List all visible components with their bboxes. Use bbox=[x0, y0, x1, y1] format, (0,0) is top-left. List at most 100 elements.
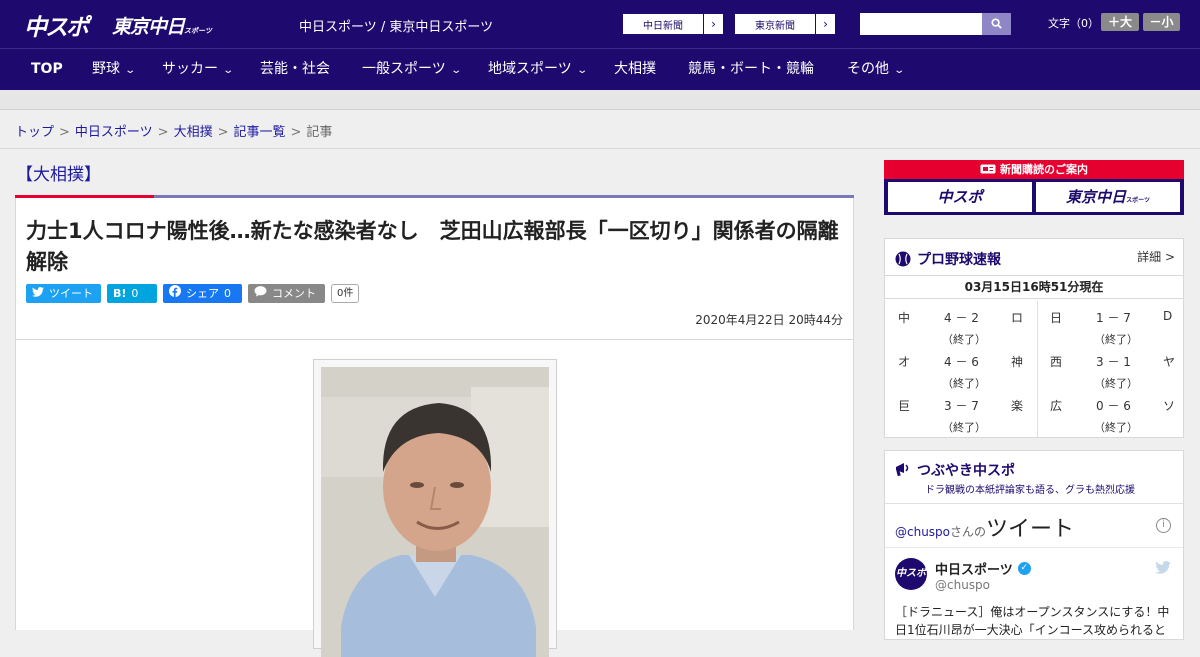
site-header: 中スポ 東京中日スポーツ 中日スポーツ / 東京中日スポーツ 中日新聞 › 東京… bbox=[0, 0, 1200, 48]
divider bbox=[16, 339, 853, 340]
tweet-label: ツイート bbox=[49, 287, 93, 300]
breadcrumb-separator: > bbox=[59, 125, 70, 140]
tokyo-logo-sub: スポーツ bbox=[184, 27, 212, 35]
hatena-count: 0 bbox=[131, 287, 139, 300]
game-team-away: 楽 bbox=[1011, 399, 1024, 413]
game-team-away: ソ bbox=[1163, 399, 1176, 413]
subscription-promo[interactable]: 新聞購読のご案内 中スポ 東京中日スポーツ bbox=[884, 160, 1184, 215]
subscription-promo-title: 新聞購読のご案内 bbox=[884, 160, 1184, 179]
nav-item-label: TOP bbox=[31, 61, 63, 77]
divider bbox=[885, 503, 1183, 504]
nav-item-label: その他 bbox=[847, 61, 889, 77]
breadcrumb-chunichi-sports[interactable]: 中日スポーツ bbox=[75, 125, 153, 140]
baseball-detail-link[interactable]: 詳細 > bbox=[1137, 248, 1175, 265]
game-status: （終了） bbox=[942, 421, 986, 434]
game-team-home: 中 bbox=[898, 311, 911, 325]
nav-item-label: 芸能・社会 bbox=[260, 61, 330, 77]
promo-tokyo-text: 東京中日 bbox=[1066, 188, 1127, 206]
baseball-scores-widget: プロ野球速報 詳細 > 03月15日16時51分現在 中 4 － 2 ロ （終了… bbox=[884, 238, 1184, 438]
article-photo-frame bbox=[313, 359, 557, 657]
nav-item-racing[interactable]: 競馬・ボート・競輪 bbox=[688, 49, 814, 90]
facebook-share-button[interactable]: シェア 0 bbox=[163, 284, 242, 303]
chevron-down-icon: ⌄ bbox=[124, 65, 137, 76]
account-name-label: 中日スポーツ bbox=[935, 563, 1013, 578]
man-portrait-image bbox=[321, 367, 549, 657]
hatena-bookmark-button[interactable]: B! 0 bbox=[107, 284, 157, 303]
game-score: 4 － 2 bbox=[944, 311, 979, 325]
chevron-down-icon: ⌄ bbox=[222, 65, 235, 76]
breadcrumb-separator: > bbox=[290, 125, 302, 140]
comment-button[interactable]: コメント bbox=[248, 284, 325, 303]
divider bbox=[0, 148, 1200, 149]
chevron-down-icon: ⌄ bbox=[893, 65, 906, 76]
game-row[interactable]: 巨 3 － 7 楽 （終了） bbox=[885, 389, 1034, 434]
font-size-label: 文字（0） bbox=[1048, 17, 1099, 30]
article-photo[interactable] bbox=[321, 367, 549, 657]
game-team-home: 広 bbox=[1050, 399, 1063, 413]
nav-item-label: 競馬・ボート・競輪 bbox=[688, 61, 814, 77]
game-row[interactable]: 中 4 － 2 ロ （終了） bbox=[885, 301, 1034, 346]
breadcrumb-top[interactable]: トップ bbox=[15, 125, 54, 140]
game-team-home: 日 bbox=[1050, 311, 1063, 325]
promo-tokyo-chunichi-card[interactable]: 東京中日スポーツ bbox=[1036, 182, 1180, 212]
game-score: 0 － 6 bbox=[1096, 399, 1131, 413]
twitter-bird-icon[interactable] bbox=[1155, 561, 1171, 578]
nav-item-baseball[interactable]: 野球 ⌄ bbox=[92, 49, 137, 90]
breadcrumb-sumo[interactable]: 大相撲 bbox=[174, 125, 213, 140]
promo-chuspo-card[interactable]: 中スポ bbox=[888, 182, 1032, 212]
article-headline: 力士1人コロナ陽性後…新たな感染者なし 芝田山広報部長「一区切り」関係者の隔離解… bbox=[26, 219, 839, 274]
font-larger-button[interactable]: ＋大 bbox=[1101, 13, 1139, 31]
twitter-handle-link[interactable]: @chuspo bbox=[895, 525, 950, 539]
chevron-down-icon: ⌄ bbox=[450, 65, 462, 76]
article-category[interactable]: 【大相撲】 bbox=[16, 160, 101, 185]
tokyo-logo-text: 東京中日 bbox=[112, 16, 185, 38]
promo-tokyo-sub: スポーツ bbox=[1126, 197, 1150, 204]
tweet-account-handle[interactable]: @chuspo bbox=[935, 578, 990, 592]
search-input[interactable] bbox=[860, 13, 982, 35]
facebook-label: シェア bbox=[186, 287, 219, 300]
nav-item-general-sports[interactable]: 一般スポーツ ⌄ bbox=[362, 49, 462, 90]
breadcrumb-separator: > bbox=[217, 125, 229, 140]
breadcrumb: トップ > 中日スポーツ > 大相撲 > 記事一覧 > 記事 bbox=[15, 121, 332, 140]
hatena-icon: B! bbox=[113, 287, 127, 300]
ad-band bbox=[0, 90, 1200, 110]
tokyo-chunichi-logo[interactable]: 東京中日スポーツ bbox=[112, 12, 212, 39]
nav-item-sumo[interactable]: 大相撲 bbox=[614, 49, 656, 90]
nav-item-soccer[interactable]: サッカー ⌄ bbox=[162, 49, 235, 90]
site-title[interactable]: 中日スポーツ / 東京中日スポーツ bbox=[299, 16, 493, 35]
divider bbox=[885, 547, 1183, 548]
baseball-scores-title: プロ野球速報 bbox=[895, 249, 1001, 269]
info-icon[interactable]: i bbox=[1156, 518, 1171, 533]
tweet-account-name[interactable]: 中日スポーツ ✓ bbox=[935, 559, 1031, 578]
nav-item-local-sports[interactable]: 地域スポーツ ⌄ bbox=[488, 49, 588, 90]
game-team-home: 巨 bbox=[898, 399, 911, 413]
nav-item-other[interactable]: その他 ⌄ bbox=[847, 49, 906, 90]
facebook-count: 0 bbox=[224, 287, 231, 300]
speech-bubble-icon bbox=[254, 284, 267, 303]
tweet-text[interactable]: ［ドラニュース］俺はオープンスタンスにする！中日1位石川昂が一大決心「インコース… bbox=[895, 603, 1177, 639]
game-row[interactable]: 日 1 － 7 D （終了） bbox=[1037, 301, 1186, 346]
megaphone-icon bbox=[896, 463, 909, 477]
chunichi-shimbun-link[interactable]: 中日新聞 › bbox=[622, 13, 724, 35]
main-nav: TOP 野球 ⌄ サッカー ⌄ 芸能・社会 一般スポーツ ⌄ 地域スポーツ ⌄ 大相撲 … bbox=[0, 48, 1200, 90]
game-score: 4 － 6 bbox=[944, 355, 979, 369]
font-smaller-button[interactable]: －小 bbox=[1143, 13, 1180, 31]
nav-item-top[interactable]: TOP bbox=[31, 49, 63, 90]
game-row[interactable]: オ 4 － 6 神 （終了） bbox=[885, 345, 1034, 390]
game-score: 3 － 7 bbox=[944, 399, 979, 413]
search-button[interactable] bbox=[982, 13, 1011, 35]
comment-count-badge[interactable]: 0件 bbox=[331, 284, 360, 303]
tweets-header-suffix: さんの bbox=[950, 525, 987, 539]
nav-item-entertainment[interactable]: 芸能・社会 bbox=[260, 49, 330, 90]
tokyo-shimbun-link[interactable]: 東京新聞 › bbox=[734, 13, 836, 35]
game-status: （終了） bbox=[1094, 421, 1138, 434]
game-row[interactable]: 広 0 － 6 ソ （終了） bbox=[1037, 389, 1186, 434]
tweet-button[interactable]: ツイート bbox=[26, 284, 101, 303]
nav-item-label: 野球 bbox=[92, 61, 120, 77]
game-row[interactable]: 西 3 － 1 ヤ （終了） bbox=[1037, 345, 1186, 390]
breadcrumb-current: 記事 bbox=[306, 125, 333, 140]
breadcrumb-article-list[interactable]: 記事一覧 bbox=[234, 125, 286, 140]
game-team-away: D bbox=[1163, 309, 1173, 323]
avatar[interactable]: 中スポ bbox=[895, 558, 927, 590]
chuspo-logo[interactable]: 中スポ bbox=[24, 8, 89, 42]
